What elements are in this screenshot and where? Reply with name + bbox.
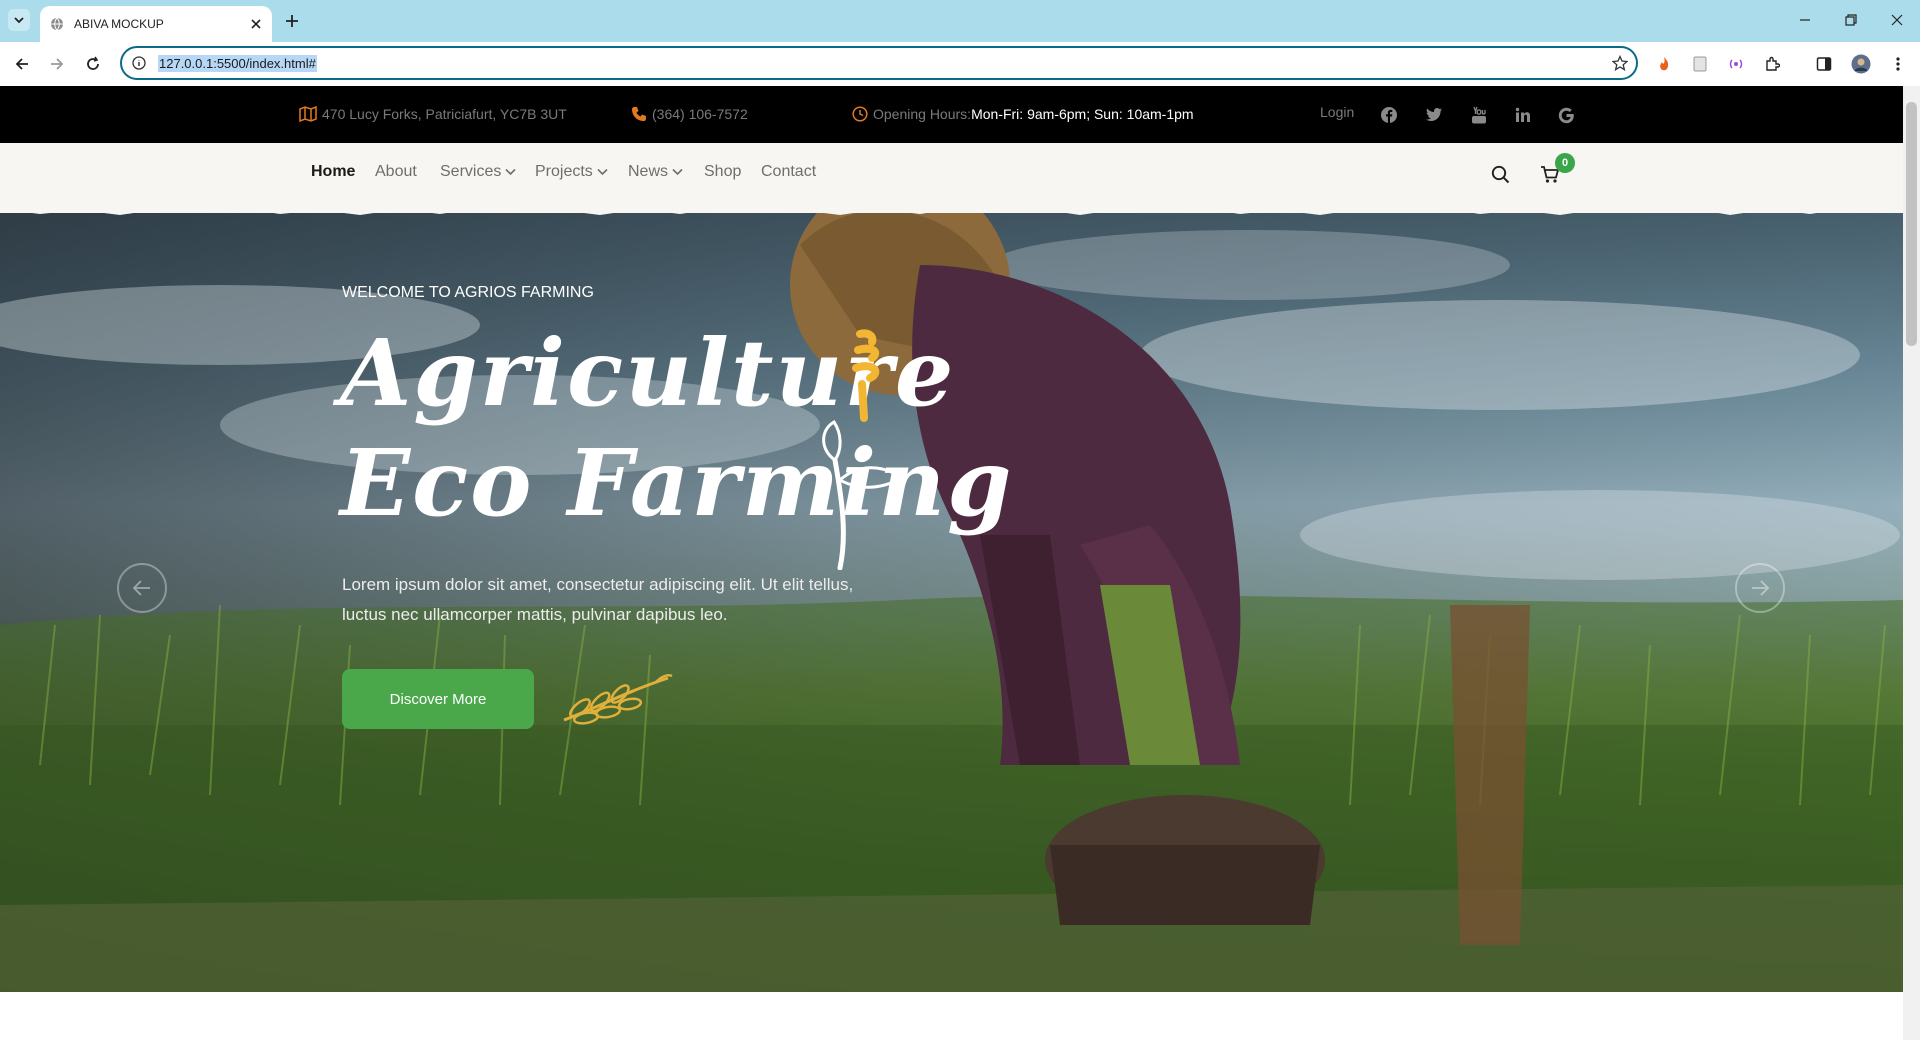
next-slide-button[interactable]: [1735, 563, 1785, 613]
nav-item-projects[interactable]: Projects: [535, 163, 608, 181]
hero-subtitle: WELCOME TO AGRIOS FARMING: [342, 284, 594, 301]
search-button[interactable]: [1491, 165, 1510, 189]
avatar[interactable]: [1849, 52, 1873, 76]
youtube-icon[interactable]: [1468, 104, 1490, 126]
yellow-squiggle-icon: [852, 329, 880, 422]
google-icon[interactable]: [1555, 104, 1577, 126]
map-icon: [299, 106, 317, 122]
chevron-down-icon: [505, 168, 516, 176]
arrow-left-icon: [15, 58, 28, 70]
nav-label: About: [375, 163, 417, 180]
menu-kebab-icon[interactable]: [1886, 52, 1910, 76]
login-link[interactable]: Login: [1320, 104, 1354, 120]
plus-icon: [286, 15, 298, 27]
phone-icon: [632, 107, 646, 121]
nav-item-news[interactable]: News: [628, 163, 683, 181]
chevron-down-icon: [672, 168, 683, 176]
close-icon: [1891, 14, 1903, 26]
nav-item-home[interactable]: Home: [311, 163, 355, 181]
restore-button[interactable]: [1831, 8, 1871, 32]
arrow-right-icon: [1752, 580, 1770, 596]
hero-description: Lorem ipsum dolor sit amet, consectetur …: [342, 575, 854, 624]
hours-value: Mon-Fri: 9am-6pm; Sun: 10am-1pm: [971, 106, 1194, 122]
extension-fire-icon[interactable]: [1652, 52, 1676, 76]
nav-item-contact[interactable]: Contact: [761, 163, 816, 181]
nav-item-shop[interactable]: Shop: [704, 163, 741, 181]
chevron-down-icon: [597, 168, 608, 176]
twitter-icon[interactable]: [1423, 104, 1445, 126]
info-icon[interactable]: [132, 56, 146, 70]
wheat-icon: [563, 674, 673, 725]
hero-title-line-2: Eco Farming: [340, 429, 1014, 537]
browser-tab[interactable]: ABIVA MOCKUP: [40, 6, 272, 42]
nav-item-about[interactable]: About: [375, 163, 417, 181]
hours-info: Opening Hours: Mon-Fri: 9am-6pm; Sun: 10a…: [852, 106, 1194, 122]
chevron-down-icon: [14, 17, 24, 24]
minimize-icon: [1800, 19, 1810, 21]
nav-label: Services: [440, 163, 502, 180]
back-button[interactable]: [8, 50, 36, 78]
close-window-button[interactable]: [1877, 8, 1917, 32]
reload-button[interactable]: [79, 50, 107, 78]
browser-tab-bar: ABIVA MOCKUP: [0, 0, 1920, 42]
scrollbar-thumb[interactable]: [1906, 102, 1917, 346]
globe-icon: [51, 17, 63, 31]
nav-label: Contact: [761, 163, 817, 180]
arrow-right-icon: [51, 58, 64, 70]
cart-count-badge: 0: [1555, 153, 1575, 173]
nav-item-services[interactable]: Services: [440, 163, 516, 181]
phone-info[interactable]: (364) 106-7572: [631, 106, 748, 122]
nav-label: Home: [311, 163, 356, 180]
facebook-icon[interactable]: [1378, 104, 1400, 126]
sidebar-icon[interactable]: [1812, 52, 1836, 76]
main-nav: Home About Services Projects News Shop C…: [0, 143, 1903, 213]
extension-page-icon[interactable]: [1688, 52, 1712, 76]
prev-slide-button[interactable]: [117, 563, 167, 613]
site-info-bar: 470 Lucy Forks, Patriciafurt, YC7B 3UT (…: [0, 86, 1903, 143]
url-text[interactable]: 127.0.0.1:5500/index.html#: [158, 55, 317, 72]
nav-label: Projects: [535, 163, 593, 180]
restore-icon: [1845, 14, 1857, 26]
extensions-puzzle-icon[interactable]: [1760, 52, 1784, 76]
address-text: 470 Lucy Forks, Patriciafurt, YC7B 3UT: [322, 106, 567, 122]
linkedin-icon[interactable]: [1512, 104, 1534, 126]
discover-more-button[interactable]: Discover More: [342, 669, 534, 729]
phone-text[interactable]: (364) 106-7572: [652, 106, 748, 122]
hours-label: Opening Hours:: [873, 106, 972, 122]
arrow-left-icon: [132, 580, 150, 596]
hero-title-line-1: Agriculture: [340, 319, 956, 427]
address-bar[interactable]: 127.0.0.1:5500/index.html#: [120, 46, 1638, 80]
search-icon: [1491, 165, 1510, 184]
minimize-button[interactable]: [1785, 8, 1825, 32]
clock-icon: [852, 106, 868, 122]
nav-label: News: [628, 163, 669, 180]
close-icon[interactable]: [250, 18, 262, 30]
sprout-icon: [822, 420, 905, 570]
new-tab-button[interactable]: [280, 9, 304, 33]
extension-broadcast-icon[interactable]: [1724, 52, 1748, 76]
tab-title: ABIVA MOCKUP: [74, 17, 164, 31]
reload-icon: [87, 56, 99, 70]
star-icon[interactable]: [1612, 55, 1628, 71]
browser-toolbar: 127.0.0.1:5500/index.html#: [0, 42, 1920, 86]
tab-search-button[interactable]: [8, 9, 30, 31]
hero-title: Agriculture Eco Farming: [340, 318, 1013, 538]
nav-label: Shop: [704, 163, 742, 180]
address-info: 470 Lucy Forks, Patriciafurt, YC7B 3UT: [299, 106, 567, 122]
forward-button[interactable]: [43, 50, 71, 78]
